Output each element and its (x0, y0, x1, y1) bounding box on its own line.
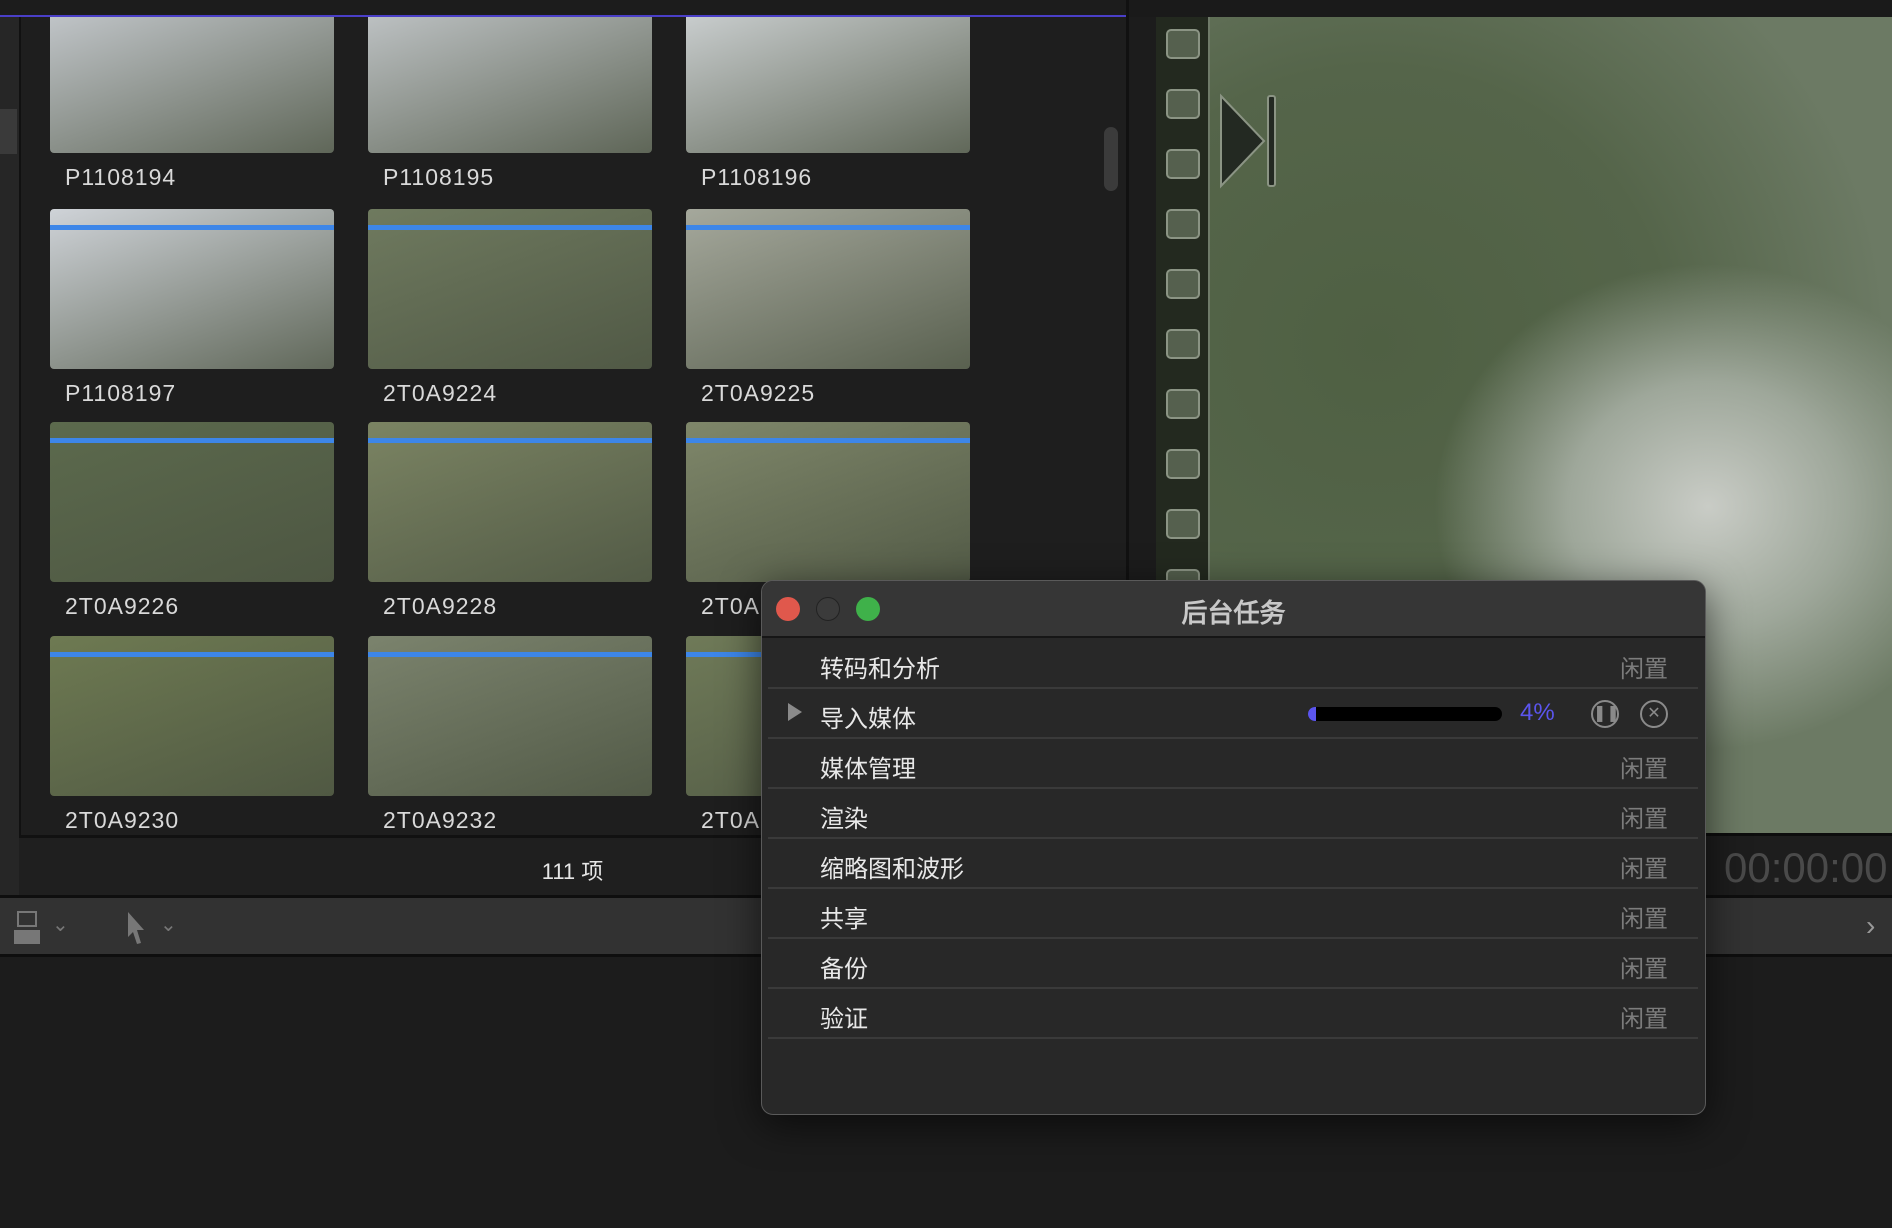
progress-percent: 4% (1520, 699, 1555, 726)
task-status: 闲置 (1620, 1006, 1668, 1033)
task-label: 渲染 (820, 806, 868, 833)
filmstrip-hole (1166, 149, 1200, 179)
clip-name: 2T0A9224 (383, 380, 498, 406)
task-label: 验证 (820, 1006, 868, 1033)
clip-thumbnail[interactable] (368, 422, 652, 582)
disclosure-triangle-icon[interactable] (788, 703, 802, 721)
task-row[interactable]: 缩略图和波形 闲置 (768, 839, 1698, 889)
task-row[interactable]: 转码和分析 闲置 (768, 639, 1698, 689)
filmstrip-hole (1166, 209, 1200, 239)
progress-bar (1308, 707, 1502, 721)
filmstrip-hole (1166, 389, 1200, 419)
chevron-down-icon[interactable]: ⌄ (160, 912, 177, 937)
clip-name: 2T0A9226 (65, 593, 180, 619)
clip-thumbnail[interactable] (368, 636, 652, 796)
clip-analysis-bar (686, 438, 970, 443)
clip-analysis-bar (50, 225, 334, 230)
clip-name: 2T0A9228 (383, 593, 498, 619)
title-bar[interactable]: 后台任务 (762, 581, 1705, 638)
task-status: 闲置 (1620, 656, 1668, 683)
filmstrip-hole (1166, 509, 1200, 539)
pause-icon[interactable]: ❚❚ (1591, 700, 1620, 728)
clip-thumbnail[interactable] (50, 17, 334, 153)
viewer-header (1129, 0, 1892, 17)
task-row[interactable]: 媒体管理 闲置 (768, 739, 1698, 789)
filmstrip-hole (1166, 449, 1200, 479)
cancel-icon[interactable]: ✕ (1640, 700, 1668, 728)
filmstrip-hole (1166, 329, 1200, 359)
clip-appearance-icon[interactable] (10, 910, 46, 946)
filmstrip-hole (1166, 89, 1200, 119)
task-status: 闲置 (1620, 806, 1668, 833)
clip-thumbnail[interactable] (50, 422, 334, 582)
task-status: 闲置 (1620, 756, 1668, 783)
chevron-right-icon[interactable]: › (1866, 910, 1875, 942)
sidebar-edge (0, 17, 19, 895)
clip-analysis-bar (368, 652, 652, 657)
task-status: 闲置 (1620, 956, 1668, 983)
clip-analysis-bar (686, 225, 970, 230)
clip-analysis-bar (50, 438, 334, 443)
clip-analysis-bar (368, 225, 652, 230)
clip-name: 2T0A9225 (701, 380, 816, 406)
clip-thumbnail[interactable] (368, 17, 652, 153)
clip-analysis-bar (50, 652, 334, 657)
task-label: 转码和分析 (820, 656, 940, 683)
clip-name: P1108196 (701, 164, 813, 190)
window-title: 后台任务 (1181, 598, 1286, 628)
clip-thumbnail[interactable] (50, 209, 334, 369)
filmstrip-hole (1166, 29, 1200, 59)
timecode-display[interactable]: 00:00:00 (1706, 833, 1892, 895)
select-tool-icon[interactable] (124, 910, 148, 946)
clip-thumbnail[interactable] (686, 422, 970, 582)
task-row[interactable]: 导入媒体 4% ❚❚ ✕ (768, 689, 1698, 739)
clip-name: P1108194 (65, 164, 177, 190)
task-row[interactable]: 验证 闲置 (768, 989, 1698, 1039)
clip-thumbnail[interactable] (686, 209, 970, 369)
clip-name: P1108197 (65, 380, 177, 406)
task-label: 共享 (820, 906, 868, 933)
task-status: 闲置 (1620, 856, 1668, 883)
clip-thumbnail[interactable] (368, 209, 652, 369)
task-label: 缩略图和波形 (820, 856, 964, 883)
background-tasks-window: 后台任务 转码和分析 闲置 导入媒体 4% ❚❚ ✕ 媒体管理 闲置 渲染 闲置 缩略图和波形 闲置共… (761, 580, 1706, 1115)
clip-name: P1108195 (383, 164, 495, 190)
filmstrip-hole (1166, 269, 1200, 299)
clip-thumbnail[interactable] (686, 17, 970, 153)
clip-name: 2T0A9232 (383, 807, 498, 833)
clip-analysis-bar (368, 438, 652, 443)
end-of-clip-icon (1220, 93, 1276, 189)
task-row[interactable]: 备份 闲置 (768, 939, 1698, 989)
clip-thumbnail[interactable] (50, 636, 334, 796)
clip-name: 2T0A9230 (65, 807, 180, 833)
browser-scrollbar[interactable] (1104, 127, 1118, 191)
task-status: 闲置 (1620, 906, 1668, 933)
chevron-down-icon[interactable]: ⌄ (52, 912, 69, 937)
task-row[interactable]: 渲染 闲置 (768, 789, 1698, 839)
sidebar-handle[interactable] (0, 109, 17, 154)
task-row[interactable]: 共享 闲置 (768, 889, 1698, 939)
task-label: 导入媒体 (820, 706, 916, 733)
task-label: 媒体管理 (820, 756, 916, 783)
task-label: 备份 (820, 956, 868, 983)
